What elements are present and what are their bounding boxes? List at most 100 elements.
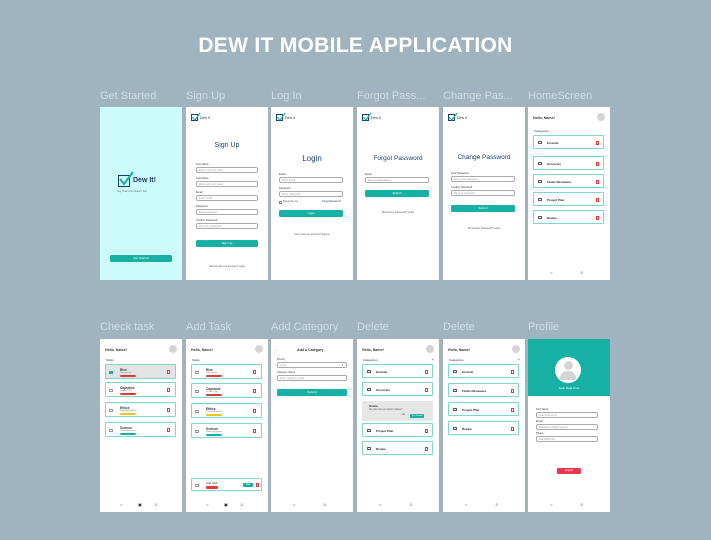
trash-icon[interactable] (596, 216, 599, 220)
category-card[interactable]: Errands (448, 364, 519, 378)
dialog-yes-button[interactable]: Yes, Delete (410, 413, 425, 418)
task-item[interactable]: Rice Grocery list (105, 364, 176, 379)
forgot-link[interactable]: Forgot Password? (322, 201, 341, 203)
category-card[interactable]: Errands (362, 364, 433, 378)
task-item[interactable]: Ethics Finals Reviewers (191, 403, 262, 418)
trash-icon[interactable] (167, 388, 170, 392)
task-item[interactable]: Capstone Project Plan (105, 382, 176, 397)
category-card[interactable]: Recipe (533, 210, 604, 224)
home-icon[interactable]: ⌂ (379, 502, 381, 507)
add-icon[interactable]: ▣ (138, 502, 142, 507)
logout-button[interactable]: Logout (557, 468, 581, 474)
category-card[interactable]: Recipe (362, 441, 433, 455)
add-task-input[interactable]: Add Task (206, 481, 217, 485)
add-icon[interactable]: ▣ (224, 502, 228, 507)
home-icon[interactable]: ⌂ (293, 502, 295, 507)
profile-icon[interactable]: ♙ (409, 502, 413, 507)
trash-icon[interactable] (511, 370, 514, 374)
trash-icon[interactable] (596, 180, 599, 184)
trash-icon[interactable] (167, 370, 170, 374)
password-input[interactable]: Enter password (196, 209, 258, 215)
trash-icon[interactable] (167, 428, 170, 432)
email-input[interactable]: juandelacruz@gmail.com (536, 424, 598, 430)
trash-icon[interactable] (167, 408, 170, 412)
avatar[interactable] (512, 345, 520, 353)
profile-icon[interactable]: ♙ (240, 502, 244, 507)
profile-icon[interactable]: ♙ (495, 502, 499, 507)
add-icon[interactable]: + (518, 357, 520, 362)
category-card[interactable]: Project Plan (533, 192, 604, 206)
task-item[interactable]: Ethics Finals Reviewers (105, 402, 176, 417)
submit-button[interactable]: Submit (451, 205, 515, 212)
task-item[interactable]: Rice Grocery list (191, 364, 262, 379)
remember-checkbox[interactable] (279, 201, 282, 204)
checkbox[interactable] (195, 429, 199, 433)
category-card[interactable]: Project Plan (362, 423, 433, 437)
checkbox-checked[interactable] (109, 370, 113, 374)
signup-link[interactable]: Don't have an account? Signup (271, 233, 353, 236)
email-input[interactable]: Enter email (196, 195, 258, 201)
priority-tag[interactable] (206, 486, 218, 489)
profile-avatar[interactable] (555, 357, 581, 383)
checkbox[interactable] (109, 428, 113, 432)
email-input[interactable]: Enter email address (365, 177, 429, 183)
trash-icon[interactable] (425, 388, 428, 392)
trash-icon[interactable] (596, 162, 599, 166)
trash-icon[interactable] (425, 447, 428, 451)
phone-input[interactable]: 09123456789 (536, 436, 598, 442)
trash-icon[interactable] (253, 409, 256, 413)
category-card[interactable]: Finals Reviewers (448, 383, 519, 397)
add-icon[interactable]: + (432, 357, 434, 362)
home-icon[interactable]: ⌂ (206, 502, 208, 507)
category-card[interactable]: Finals Reviewers (533, 174, 604, 188)
category-card[interactable]: Groceries (533, 156, 604, 170)
task-item[interactable]: Capstone Project Plan (191, 383, 262, 398)
avatar[interactable] (597, 113, 605, 121)
avatar[interactable] (169, 345, 177, 353)
login-link[interactable]: Already have an account? Login (186, 265, 268, 268)
add-button[interactable]: Add (243, 483, 253, 487)
login-link[interactable]: Remember Password? Login (357, 211, 439, 214)
submit-button[interactable]: Submit (365, 190, 429, 197)
home-icon[interactable]: ⌂ (550, 270, 552, 275)
checkbox[interactable] (109, 388, 113, 392)
signup-button[interactable]: Sign Up (196, 240, 258, 247)
trash-icon[interactable] (596, 141, 599, 145)
password-input[interactable]: Enter password (279, 191, 343, 197)
checkbox[interactable] (195, 483, 199, 487)
trash-icon[interactable] (253, 370, 256, 374)
home-icon[interactable]: ⌂ (465, 502, 467, 507)
dialog-no-button[interactable]: No (402, 414, 405, 416)
trash-icon[interactable] (511, 389, 514, 393)
first-name-input[interactable]: Juan Dela Cruz (536, 412, 598, 418)
confirm-input[interactable]: Re-type password (451, 190, 515, 196)
task-item[interactable]: Science Finals Reviewers (105, 422, 176, 437)
trash-icon[interactable] (511, 427, 514, 431)
new-password-input[interactable]: Enter new password (451, 176, 515, 182)
checkbox[interactable] (195, 370, 199, 374)
home-icon[interactable]: ⌂ (120, 502, 122, 507)
avatar[interactable] (255, 345, 263, 353)
submit-button[interactable]: Submit (277, 389, 347, 396)
home-icon[interactable]: ⌂ (550, 502, 552, 507)
profile-icon[interactable]: ♙ (580, 270, 584, 275)
trash-icon[interactable] (256, 483, 259, 487)
last-name-input[interactable]: Enter your last name (196, 181, 258, 187)
profile-icon[interactable]: ♙ (580, 502, 584, 507)
email-input[interactable]: Enter email (279, 177, 343, 183)
category-card[interactable]: Groceries (362, 382, 433, 396)
get-started-button[interactable]: Get Started (110, 255, 172, 262)
trash-icon[interactable] (253, 429, 256, 433)
checkbox[interactable] (195, 389, 199, 393)
task-item[interactable]: Science Finals Reviewers (191, 423, 262, 438)
trash-icon[interactable] (253, 389, 256, 393)
category-name-input[interactable]: Enter category name (277, 375, 347, 381)
avatar[interactable] (426, 345, 434, 353)
back-arrow-icon[interactable]: ← (275, 347, 279, 352)
checkbox[interactable] (195, 409, 199, 413)
category-card[interactable]: Recipe (448, 421, 519, 435)
profile-icon[interactable]: ♙ (154, 502, 158, 507)
trash-icon[interactable] (511, 408, 514, 412)
category-card[interactable]: Errands (533, 135, 604, 149)
login-button[interactable]: Login (279, 210, 343, 217)
